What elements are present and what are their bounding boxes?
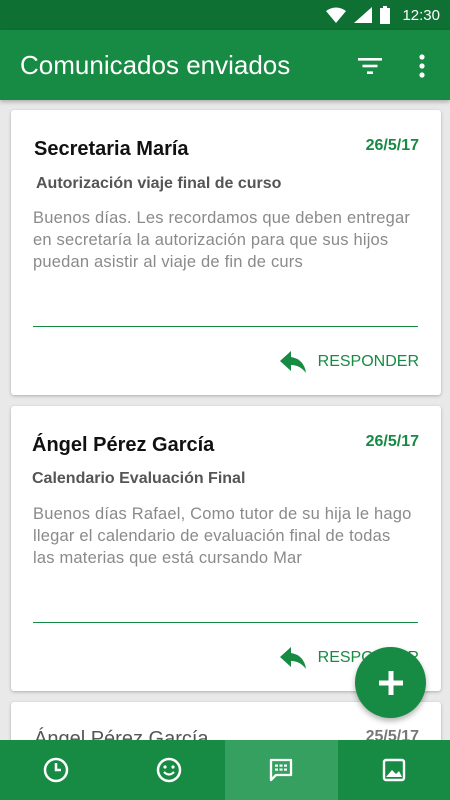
- message-list[interactable]: Secretaria María 26/5/17 Autorización vi…: [0, 100, 450, 740]
- clock-icon: [44, 757, 69, 783]
- message-body-line: las materias que está cursando Mar: [33, 549, 303, 567]
- message-body-line: en secretaría la autorización para que s…: [33, 231, 389, 249]
- smiley-icon: [156, 757, 181, 783]
- message-divider: [33, 622, 418, 623]
- message-date: 26/5/17: [365, 433, 419, 450]
- battery-icon: [380, 6, 391, 24]
- message-sender: Secretaria María: [34, 138, 189, 160]
- tab-clock[interactable]: [0, 740, 113, 800]
- signal-icon: [354, 7, 373, 23]
- message-sender: Ángel Pérez García: [34, 728, 209, 740]
- messages-icon: [270, 758, 293, 782]
- message-subject: Autorización viaje final de curso: [36, 175, 282, 192]
- message-body[interactable]: Buenos días Rafael, Como tutor de su hij…: [33, 503, 421, 569]
- message-body-line: Buenos días Rafael, Como tutor de su hij…: [33, 505, 412, 523]
- gallery-icon: [382, 758, 405, 782]
- message-body[interactable]: Buenos días. Les recordamos que deben en…: [33, 207, 421, 273]
- bottom-nav: [0, 740, 450, 800]
- reply-label: RESPONDER: [317, 353, 419, 370]
- status-bar: 12:30: [0, 0, 450, 30]
- message-card[interactable]: Ángel Pérez García 26/5/17 Calendario Ev…: [11, 406, 441, 691]
- tab-smiley[interactable]: [113, 740, 226, 800]
- tab-gallery[interactable]: [338, 740, 450, 800]
- reply-icon: [279, 351, 306, 373]
- more-vert-icon[interactable]: [410, 52, 434, 80]
- tab-messages[interactable]: [225, 740, 338, 800]
- message-date: 25/5/17: [365, 728, 419, 740]
- add-button[interactable]: [355, 647, 426, 718]
- page-title: Comunicados enviados: [20, 50, 291, 80]
- message-subject: Calendario Evaluación Final: [32, 470, 246, 487]
- status-time: 12:30: [402, 6, 440, 24]
- reply-button[interactable]: RESPONDER: [279, 351, 419, 373]
- status-icons: 12:30: [326, 0, 440, 30]
- message-body-line: puedan asistir al viaje de fin de curs: [33, 253, 303, 271]
- message-divider: [33, 326, 418, 327]
- message-date: 26/5/17: [365, 137, 419, 154]
- wifi-icon: [326, 7, 347, 23]
- message-body-line: Buenos días. Les recordamos que deben en…: [33, 209, 411, 227]
- message-sender: Ángel Pérez García: [32, 434, 215, 456]
- add-icon: [378, 670, 403, 695]
- message-card[interactable]: Secretaria María 26/5/17 Autorización vi…: [11, 110, 441, 395]
- message-body-line: llegar el calendario de evaluación final…: [33, 527, 391, 545]
- reply-icon: [279, 647, 306, 669]
- filter-icon[interactable]: [356, 54, 384, 78]
- app-bar: Comunicados enviados: [0, 30, 450, 100]
